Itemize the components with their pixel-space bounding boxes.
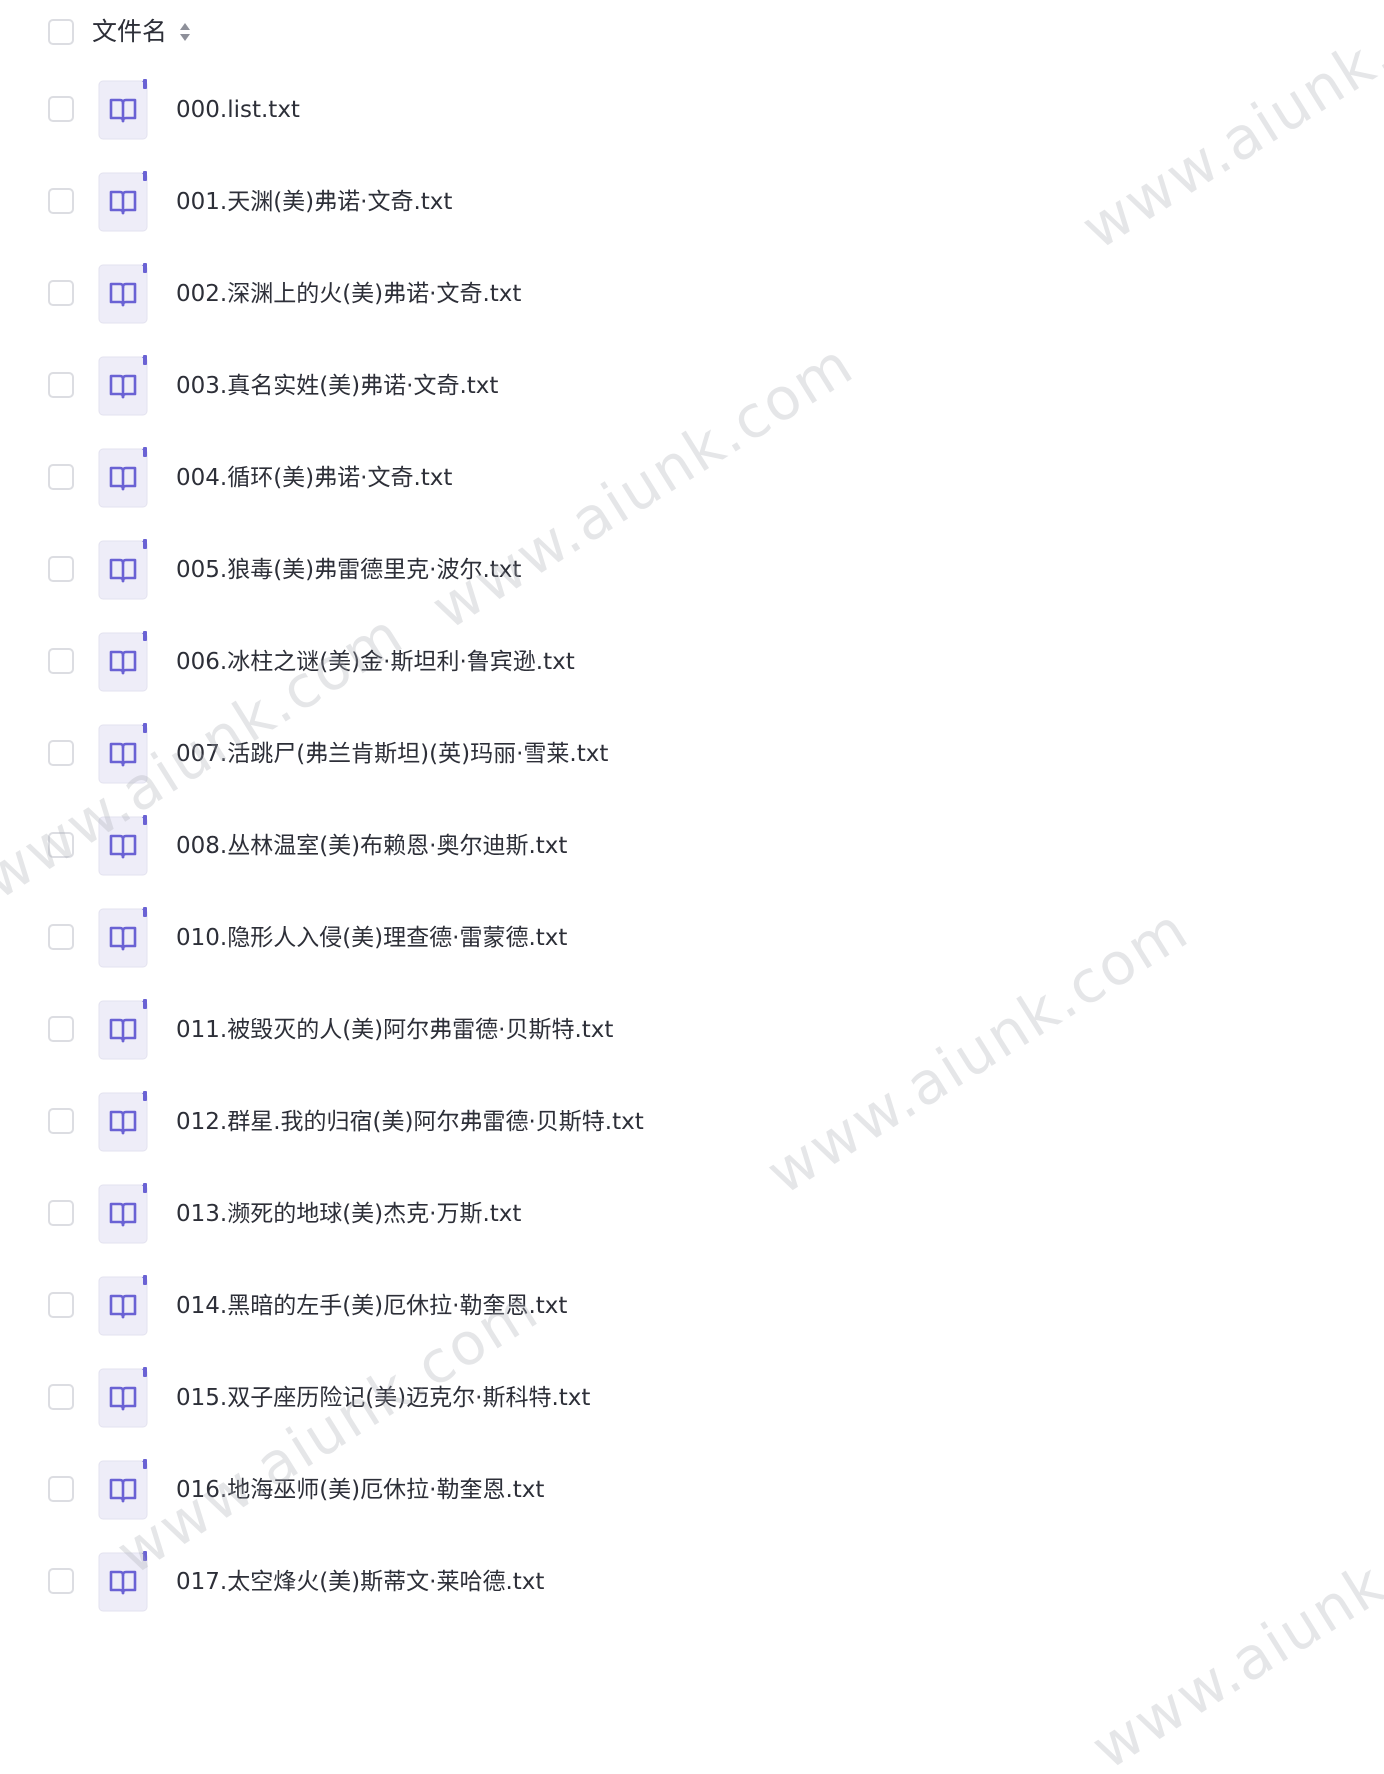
book-file-icon: [98, 355, 148, 416]
row-checkbox[interactable]: [48, 832, 74, 858]
row-checkbox[interactable]: [48, 1016, 74, 1042]
book-file-icon: [98, 79, 148, 140]
row-checkbox[interactable]: [48, 924, 74, 950]
file-name[interactable]: 005.狼毒(美)弗雷德里克·波尔.txt: [176, 550, 521, 590]
book-file-icon: [98, 999, 148, 1060]
file-name[interactable]: 010.隐形人入侵(美)理查德·雷蒙德.txt: [176, 918, 567, 958]
file-row[interactable]: 006.冰柱之谜(美)金·斯坦利·鲁宾逊.txt: [0, 610, 1384, 714]
file-row[interactable]: 015.双子座历险记(美)迈克尔·斯科特.txt: [0, 1346, 1384, 1450]
file-row[interactable]: 000.list.txt: [0, 58, 1384, 162]
file-name[interactable]: 015.双子座历险记(美)迈克尔·斯科特.txt: [176, 1378, 590, 1418]
book-file-icon: [98, 1183, 148, 1244]
row-checkbox[interactable]: [48, 1476, 74, 1502]
file-row[interactable]: 014.黑暗的左手(美)厄休拉·勒奎恩.txt: [0, 1254, 1384, 1358]
book-file-icon: [98, 907, 148, 968]
file-name[interactable]: 007.活跳尸(弗兰肯斯坦)(英)玛丽·雪莱.txt: [176, 734, 608, 774]
file-name[interactable]: 014.黑暗的左手(美)厄休拉·勒奎恩.txt: [176, 1286, 567, 1326]
row-checkbox[interactable]: [48, 1384, 74, 1410]
book-file-icon: [98, 263, 148, 324]
row-checkbox[interactable]: [48, 1108, 74, 1134]
file-row[interactable]: 017.太空烽火(美)斯蒂文·莱哈德.txt: [0, 1530, 1384, 1634]
row-checkbox[interactable]: [48, 372, 74, 398]
file-name[interactable]: 000.list.txt: [176, 90, 300, 130]
row-checkbox[interactable]: [48, 556, 74, 582]
row-checkbox[interactable]: [48, 96, 74, 122]
file-name[interactable]: 011.被毁灭的人(美)阿尔弗雷德·贝斯特.txt: [176, 1010, 613, 1050]
file-row[interactable]: 013.濒死的地球(美)杰克·万斯.txt: [0, 1162, 1384, 1266]
book-file-icon: [98, 539, 148, 600]
file-row[interactable]: 008.丛林温室(美)布赖恩·奥尔迪斯.txt: [0, 794, 1384, 898]
file-name[interactable]: 002.深渊上的火(美)弗诺·文奇.txt: [176, 274, 521, 314]
file-list-page: 文件名 000.list.txt 001.天渊(美)弗诺·文奇.txt 002.深渊…: [0, 0, 1384, 1774]
file-row[interactable]: 010.隐形人入侵(美)理查德·雷蒙德.txt: [0, 886, 1384, 990]
file-name[interactable]: 013.濒死的地球(美)杰克·万斯.txt: [176, 1194, 521, 1234]
book-file-icon: [98, 1367, 148, 1428]
file-name[interactable]: 001.天渊(美)弗诺·文奇.txt: [176, 182, 452, 222]
file-row[interactable]: 011.被毁灭的人(美)阿尔弗雷德·贝斯特.txt: [0, 978, 1384, 1082]
row-checkbox[interactable]: [48, 740, 74, 766]
file-name[interactable]: 003.真名实姓(美)弗诺·文奇.txt: [176, 366, 498, 406]
row-checkbox[interactable]: [48, 188, 74, 214]
book-file-icon: [98, 447, 148, 508]
file-row[interactable]: 003.真名实姓(美)弗诺·文奇.txt: [0, 334, 1384, 438]
row-checkbox[interactable]: [48, 280, 74, 306]
book-file-icon: [98, 723, 148, 784]
file-row[interactable]: 012.群星.我的归宿(美)阿尔弗雷德·贝斯特.txt: [0, 1070, 1384, 1174]
row-checkbox[interactable]: [48, 1568, 74, 1594]
row-checkbox[interactable]: [48, 1200, 74, 1226]
file-name[interactable]: 017.太空烽火(美)斯蒂文·莱哈德.txt: [176, 1562, 544, 1602]
file-row[interactable]: 001.天渊(美)弗诺·文奇.txt: [0, 150, 1384, 254]
row-checkbox[interactable]: [48, 648, 74, 674]
book-file-icon: [98, 1459, 148, 1520]
file-name[interactable]: 008.丛林温室(美)布赖恩·奥尔迪斯.txt: [176, 826, 567, 866]
row-checkbox[interactable]: [48, 1292, 74, 1318]
file-row[interactable]: 016.地海巫师(美)厄休拉·勒奎恩.txt: [0, 1438, 1384, 1542]
file-name[interactable]: 006.冰柱之谜(美)金·斯坦利·鲁宾逊.txt: [176, 642, 575, 682]
file-row[interactable]: 005.狼毒(美)弗雷德里克·波尔.txt: [0, 518, 1384, 622]
file-name[interactable]: 016.地海巫师(美)厄休拉·勒奎恩.txt: [176, 1470, 544, 1510]
book-file-icon: [98, 1091, 148, 1152]
file-row[interactable]: 004.循环(美)弗诺·文奇.txt: [0, 426, 1384, 530]
book-file-icon: [98, 171, 148, 232]
file-name[interactable]: 012.群星.我的归宿(美)阿尔弗雷德·贝斯特.txt: [176, 1102, 644, 1142]
file-row[interactable]: 002.深渊上的火(美)弗诺·文奇.txt: [0, 242, 1384, 346]
row-checkbox[interactable]: [48, 464, 74, 490]
book-file-icon: [98, 1275, 148, 1336]
file-list: 000.list.txt 001.天渊(美)弗诺·文奇.txt 002.深渊上的火(…: [0, 0, 1384, 1774]
file-name[interactable]: 004.循环(美)弗诺·文奇.txt: [176, 458, 452, 498]
book-file-icon: [98, 631, 148, 692]
file-row[interactable]: 007.活跳尸(弗兰肯斯坦)(英)玛丽·雪莱.txt: [0, 702, 1384, 806]
book-file-icon: [98, 1551, 148, 1612]
book-file-icon: [98, 815, 148, 876]
